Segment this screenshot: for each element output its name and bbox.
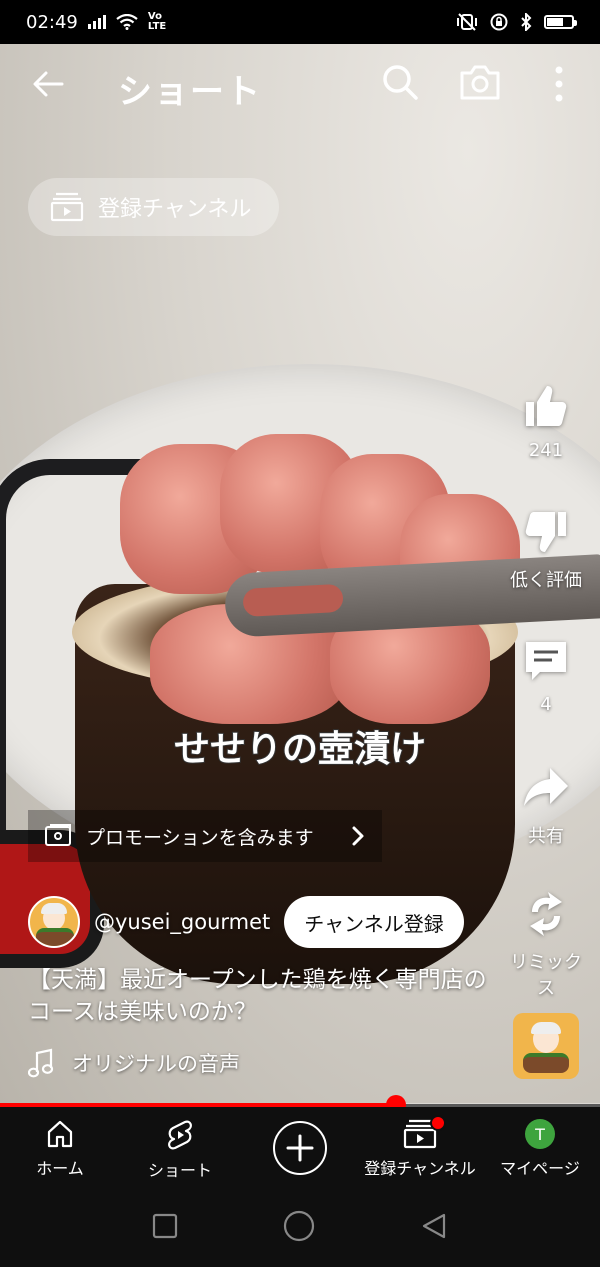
nav-shorts-label: ショート [147,1161,212,1180]
like-count: 241 [528,440,564,461]
status-left: 02:49 Vo LTE [26,12,172,33]
like-button[interactable]: 241 [506,382,586,461]
dislike-button[interactable]: 低く評価 [506,508,586,592]
thumbs-up-icon [526,386,567,426]
nav-shorts[interactable]: ショート [120,1107,240,1185]
status-right [456,13,577,31]
nav-mypage-label: マイページ [500,1159,580,1178]
page-title: ショート [118,72,262,112]
promotion-icon [45,824,71,846]
subscriptions-chip-label: 登録チャンネル [98,197,252,222]
nav-home-label: ホーム [36,1159,84,1178]
nav-subscriptions-label: 登録チャンネル [364,1159,476,1178]
sound-label: オリジナルの音声 [72,1052,240,1076]
status-bar: 02:49 Vo LTE [0,0,600,44]
channel-avatar[interactable] [28,896,80,948]
share-label: 共有 [528,826,564,847]
nav-subscriptions[interactable]: 登録チャンネル [360,1107,480,1185]
sound-thumbnail[interactable] [513,1013,579,1079]
camera-icon[interactable] [458,62,502,102]
clock: 02:49 [26,11,78,33]
channel-row: @yusei_gourmet チャンネル登録 [28,896,464,948]
music-note-icon [28,1048,54,1078]
nav-home[interactable]: ホーム [0,1107,120,1185]
chevron-right-icon [352,826,364,846]
wifi-icon [116,14,138,30]
comment-button[interactable]: 4 [506,636,586,715]
subscriptions-icon [50,192,84,222]
signal-icon [87,15,106,29]
promotion-label: プロモーションを含みます [86,826,314,849]
share-icon [524,768,568,806]
bottom-nav: ホーム ショート 登録チャンネル T マイページ [0,1107,600,1185]
comment-icon [526,642,566,680]
vibrate-off-icon [457,13,477,31]
top-bar: ショート [0,44,600,128]
subscribe-button[interactable]: チャンネル登録 [284,896,464,948]
volte-label: Vo LTE [147,11,167,32]
subscriptions-chip[interactable]: 登録チャンネル [28,178,280,236]
search-icon[interactable] [380,62,420,102]
user-avatar: T [525,1119,555,1149]
create-button[interactable] [273,1121,327,1175]
remix-label: リミックス [510,952,582,999]
shorts-screen: 02:49 Vo LTE せせりの壺漬け ショート 登録チャンネル 241 低く… [0,0,600,1267]
channel-handle[interactable]: @yusei_gourmet [94,910,270,934]
remix-icon [530,892,562,936]
more-options-icon[interactable] [544,62,574,106]
notification-dot [430,1115,446,1131]
battery-icon [544,15,577,29]
system-nav-bar [0,1185,600,1267]
home-icon [47,1120,73,1148]
thumbs-down-icon [525,512,566,552]
plus-icon [286,1134,314,1162]
shorts-icon [168,1120,192,1150]
lock-rotation-icon [490,13,508,31]
nav-mypage[interactable]: T マイページ [480,1107,600,1185]
video-title[interactable]: 【天満】最近オープンした鶏を焼く専門店のコースは美味いのか？ [28,964,488,1028]
back-triangle-icon[interactable] [420,1212,448,1240]
nav-create[interactable] [240,1107,360,1185]
recents-icon[interactable] [152,1213,178,1239]
home-circle-icon[interactable] [283,1210,315,1242]
sound-row[interactable]: オリジナルの音声 [28,1048,240,1078]
back-arrow-icon[interactable] [28,64,68,104]
share-button[interactable]: 共有 [506,764,586,848]
bluetooth-icon [521,13,532,31]
remix-button[interactable]: リミックス [506,890,586,1000]
dislike-label: 低く評価 [510,570,582,591]
comment-count: 4 [540,694,552,715]
promotion-notice[interactable]: プロモーションを含みます [28,810,382,862]
